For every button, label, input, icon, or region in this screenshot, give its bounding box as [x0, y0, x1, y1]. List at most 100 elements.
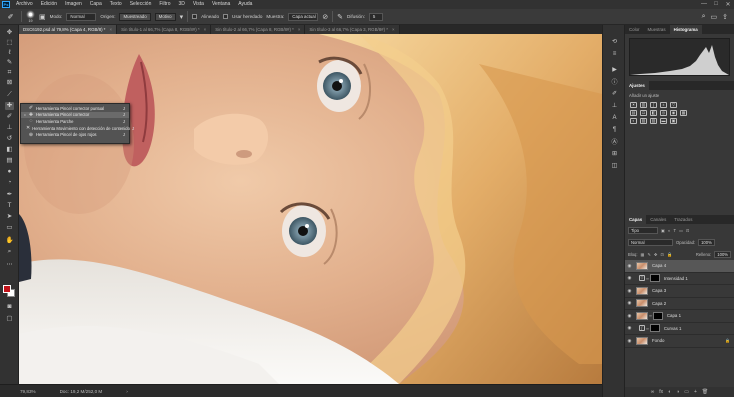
healing-brush-icon[interactable]: ✐	[4, 11, 17, 22]
menu-3d[interactable]: 3D	[175, 0, 189, 9]
crop-icon[interactable]: ⌗	[5, 69, 14, 77]
type-icon[interactable]: T	[5, 202, 14, 210]
source-sampled-button[interactable]: Muestreado	[119, 12, 151, 21]
layer-mask-thumbnail[interactable]	[649, 324, 660, 333]
tab-adjustments[interactable]: Ajustes	[625, 81, 649, 90]
vibrance-icon[interactable]: ▽	[670, 102, 677, 108]
filter-pixel-icon[interactable]: ▣	[661, 228, 665, 233]
link-chain-icon[interactable]: ∞	[646, 276, 649, 281]
color-lookup-icon[interactable]: ▦	[680, 110, 687, 116]
trash-icon[interactable]: 🗑	[702, 389, 708, 395]
new-group-icon[interactable]: ▭	[684, 389, 689, 395]
menu-ayuda[interactable]: Ayuda	[234, 0, 256, 9]
dodge-icon[interactable]: ◔	[5, 179, 14, 187]
layer-mask-thumbnail[interactable]	[649, 274, 660, 283]
layer-row[interactable]: ◉ ▽ ∞ Intensidad 1	[625, 273, 734, 285]
lock-move-icon[interactable]: ✥	[654, 252, 658, 257]
close-tab-icon[interactable]: ×	[204, 25, 207, 34]
new-layer-icon[interactable]: +	[694, 389, 697, 395]
visibility-eye-icon[interactable]: ◉	[625, 300, 634, 306]
close-tab-icon[interactable]: ×	[392, 25, 395, 34]
link-layers-icon[interactable]: ∞	[651, 389, 655, 395]
menu-filtro[interactable]: Filtro	[155, 0, 174, 9]
link-chain-icon[interactable]: ∞	[646, 326, 649, 331]
visibility-eye-icon[interactable]: ◉	[625, 313, 634, 319]
flyout-item-spot-healing[interactable]: ✐ Herramienta Pincel corrector puntual J	[21, 105, 129, 112]
lock-artboard-icon[interactable]: ⊡	[661, 252, 665, 257]
sample-select[interactable]: Capa actual	[288, 12, 319, 21]
pressure-icon[interactable]: ✎	[337, 13, 343, 21]
properties-panel-icon[interactable]: ≡	[610, 49, 619, 58]
layer-mask-thumbnail[interactable]	[652, 311, 663, 320]
lock-transparency-icon[interactable]: ▦	[641, 252, 645, 257]
visibility-eye-icon[interactable]: ◉	[625, 288, 634, 294]
brush-panel-icon[interactable]: ✐	[610, 89, 619, 98]
history-brush-icon[interactable]: ↺	[5, 135, 14, 143]
rectangle-icon[interactable]: ▭	[5, 224, 14, 232]
layer-row[interactable]: ◉ Capa 4	[625, 260, 734, 273]
frame-icon[interactable]: ⊠	[5, 79, 14, 87]
menu-edicion[interactable]: Edición	[37, 0, 61, 9]
close-tab-icon[interactable]: ×	[298, 25, 301, 34]
flyout-item-red-eye[interactable]: ⊕ Herramienta Pincel de ojos rojos J	[21, 131, 129, 138]
brush-settings-icon[interactable]: ▣	[39, 13, 46, 21]
hand-icon[interactable]: ✋	[5, 237, 14, 245]
color-balance-icon[interactable]: ⚖	[640, 110, 647, 116]
brush-preset-picker[interactable]: 19	[26, 10, 35, 23]
fx-icon[interactable]: fx	[659, 389, 663, 395]
quick-mask-icon[interactable]: ◙	[5, 303, 14, 311]
menu-seleccion[interactable]: Selección	[126, 0, 156, 9]
history-panel-icon[interactable]: ⟲	[610, 37, 619, 46]
pattern-picker-icon[interactable]: ▾	[180, 13, 184, 21]
lock-all-icon[interactable]: 🔒	[667, 252, 672, 258]
flyout-item-patch[interactable]: ◌ Herramienta Parche J	[21, 118, 129, 125]
ignore-adjustments-icon[interactable]: ⊘	[322, 13, 328, 21]
document-canvas[interactable]	[19, 34, 602, 384]
tab-channels[interactable]: Canales	[646, 215, 670, 224]
diffusion-input[interactable]: 5	[368, 12, 383, 21]
tab-document-3[interactable]: Sin título-2 al 66,7% (Capa 8, RGB/8#) *…	[211, 25, 306, 34]
filter-adjust-icon[interactable]: ◐	[668, 228, 671, 233]
link-chain-icon[interactable]: ∞	[649, 313, 652, 318]
menu-vista[interactable]: Vista	[189, 0, 208, 9]
styles-panel-icon[interactable]: ⊞	[610, 149, 619, 158]
foreground-color-swatch[interactable]	[3, 285, 11, 293]
legacy-checkbox[interactable]	[223, 14, 229, 19]
tab-paths[interactable]: Trazados	[670, 215, 696, 224]
gradient-map-icon[interactable]: ▬	[660, 118, 667, 124]
new-adjustment-icon[interactable]: ◑	[676, 389, 679, 395]
tab-document-1[interactable]: DSC6192.psd al 79,8% (Capa 4, RGB/8) * ×	[19, 25, 118, 34]
eyedropper-icon[interactable]: ⟋	[5, 91, 14, 99]
visibility-eye-icon[interactable]: ◉	[625, 263, 634, 269]
curves-icon[interactable]: ∫	[650, 102, 657, 108]
eraser-icon[interactable]: ◧	[5, 146, 14, 154]
more-tools-icon[interactable]: ⋯	[5, 261, 14, 269]
search-icon[interactable]: ⌕	[702, 13, 706, 21]
info-panel-icon[interactable]: ⓘ	[610, 77, 619, 86]
menu-capa[interactable]: Capa	[86, 0, 106, 9]
aligned-checkbox[interactable]	[192, 14, 198, 19]
layer-row[interactable]: ◉ ∞ Capa 1	[625, 310, 734, 323]
visibility-eye-icon[interactable]: ◉	[625, 275, 634, 281]
invert-icon[interactable]: ◐	[630, 118, 637, 124]
channel-mixer-icon[interactable]: ◉	[670, 110, 677, 116]
blend-mode-select[interactable]: Normal	[628, 239, 673, 246]
photoshop-logo-icon[interactable]: Ps	[0, 0, 12, 9]
character-panel-icon[interactable]: A	[610, 113, 619, 122]
filter-smart-icon[interactable]: ⊡	[686, 228, 690, 233]
levels-icon[interactable]: ▥	[640, 102, 647, 108]
lasso-icon[interactable]: ℓ	[5, 49, 14, 57]
opacity-input[interactable]: 100%	[698, 239, 715, 246]
navigator-panel-icon[interactable]: ◫	[610, 161, 619, 170]
play-action-icon[interactable]: ▶	[610, 65, 619, 74]
zoom-icon[interactable]: ⌕	[5, 248, 14, 256]
posterize-icon[interactable]: ▧	[640, 118, 647, 124]
black-white-icon[interactable]: ◧	[650, 110, 657, 116]
source-pattern-button[interactable]: Motivo	[154, 12, 176, 21]
workspace-icon[interactable]: ▭	[711, 13, 718, 21]
clone-source-icon[interactable]: ⊥	[610, 101, 619, 110]
menu-archivo[interactable]: Archivo	[12, 0, 37, 9]
tab-histogram[interactable]: Histograma	[669, 25, 702, 34]
menu-ventana[interactable]: Ventana	[208, 0, 234, 9]
layer-row[interactable]: ◉ ∫ ∞ Curvas 1	[625, 323, 734, 335]
